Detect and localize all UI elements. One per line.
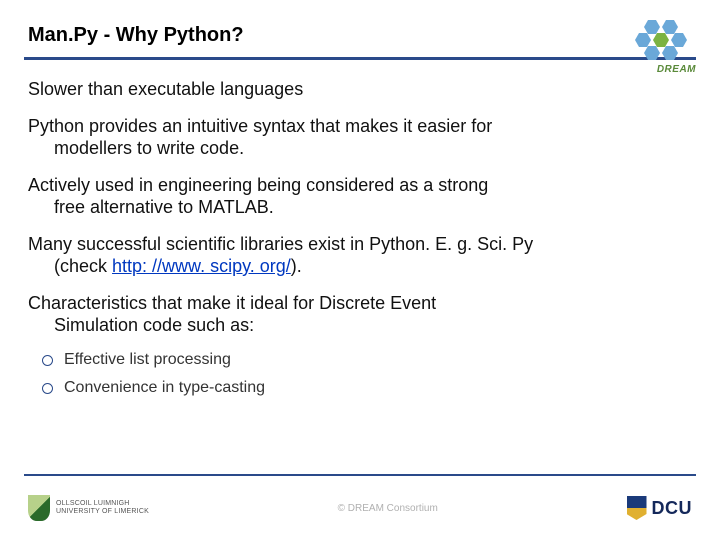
list-item: Effective list processing: [42, 351, 692, 369]
para-text: Many successful scientific libraries exi…: [28, 234, 533, 254]
para-text: Actively used in engineering being consi…: [28, 175, 488, 195]
para-text: free alternative to MATLAB.: [28, 196, 692, 219]
slide-body: Slower than executable languages Python …: [0, 60, 720, 397]
ul-line2: University of Limerick: [56, 508, 149, 516]
slide-title: Man.Py - Why Python?: [28, 24, 692, 47]
para-text: Simulation code such as:: [28, 314, 692, 337]
dream-logo: DREAM: [626, 20, 696, 75]
para-text: ).: [291, 256, 302, 276]
shield-icon: [28, 495, 50, 521]
slide-header: Man.Py - Why Python? DREAM: [0, 0, 720, 51]
para-text: Characteristics that make it ideal for D…: [28, 293, 436, 313]
ul-logo-text: Ollscoil Luimnigh University of Limerick: [56, 500, 149, 515]
body-para-4: Many successful scientific libraries exi…: [28, 233, 692, 278]
para-text: Python provides an intuitive syntax that…: [28, 116, 492, 136]
dcu-logo-text: DCU: [652, 498, 693, 519]
body-para-5: Characteristics that make it ideal for D…: [28, 292, 692, 337]
hex-cluster-icon: [634, 20, 688, 62]
para-text: (check: [54, 256, 112, 276]
ul-line1: Ollscoil Luimnigh: [56, 500, 149, 508]
copyright-text: © DREAM Consortium: [338, 503, 438, 514]
para-text: modellers to write code.: [28, 137, 692, 160]
shield-icon: [627, 496, 647, 520]
dcu-logo: DCU: [627, 496, 693, 520]
ul-logo: Ollscoil Luimnigh University of Limerick: [28, 495, 149, 521]
body-para-1: Slower than executable languages: [28, 78, 692, 101]
para-text: (check http: //www. scipy. org/).: [28, 255, 692, 278]
bullet-list: Effective list processing Convenience in…: [28, 351, 692, 397]
scipy-link[interactable]: http: //www. scipy. org/: [112, 256, 291, 276]
body-para-2: Python provides an intuitive syntax that…: [28, 115, 692, 160]
list-item: Convenience in type-casting: [42, 379, 692, 397]
body-para-3: Actively used in engineering being consi…: [28, 174, 692, 219]
slide-footer: Ollscoil Luimnigh University of Limerick…: [0, 474, 720, 540]
dream-logo-label: DREAM: [626, 64, 696, 75]
